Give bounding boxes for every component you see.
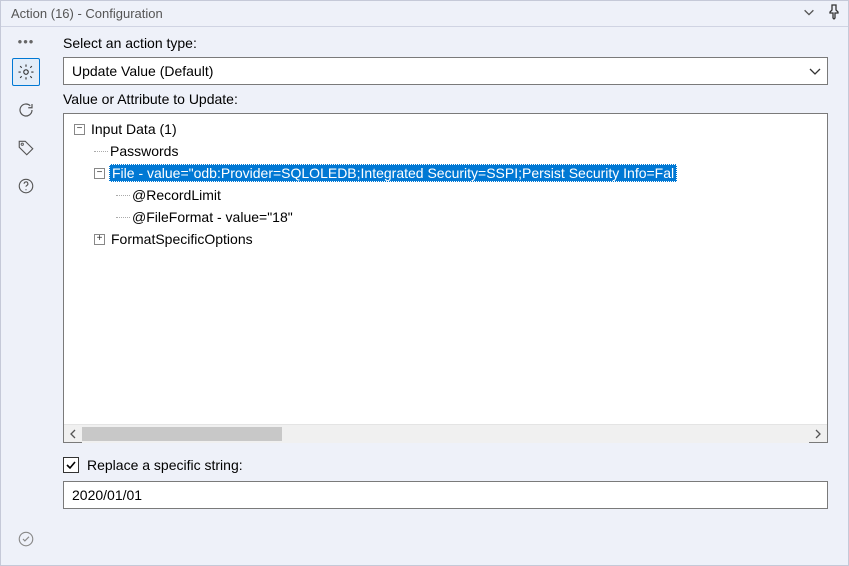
tree-body[interactable]: − Input Data (1) Passwords − File - valu… [64, 114, 827, 424]
horizontal-scrollbar[interactable] [64, 424, 827, 442]
action-type-select[interactable]: Update Value (Default) [63, 57, 828, 85]
tree-node-label: @FileFormat - value="18" [130, 208, 295, 226]
more-icon[interactable]: ••• [18, 35, 35, 48]
check-icon [65, 459, 77, 471]
chevron-down-icon [807, 63, 823, 79]
action-type-value: Update Value (Default) [72, 63, 213, 79]
sidebar-config-button[interactable] [12, 58, 40, 86]
tree-node-recordlimit[interactable]: @RecordLimit [68, 184, 827, 206]
tree-node-label: FormatSpecificOptions [109, 230, 255, 248]
action-type-label: Select an action type: [63, 35, 828, 51]
sidebar-refresh-button[interactable] [12, 96, 40, 124]
scrollbar-thumb[interactable] [82, 427, 282, 441]
collapse-icon[interactable]: − [74, 124, 85, 135]
sidebar: ••• [1, 27, 51, 565]
pin-icon[interactable] [826, 4, 842, 23]
main-panel: Select an action type: Update Value (Def… [51, 27, 848, 565]
titlebar: Action (16) - Configuration [1, 1, 848, 27]
tree-label: Value or Attribute to Update: [63, 91, 828, 107]
tree-node-passwords[interactable]: Passwords [68, 140, 827, 162]
sidebar-check-button[interactable] [12, 525, 40, 553]
tree-node-label: @RecordLimit [130, 186, 223, 204]
tree-node-label: Input Data (1) [89, 120, 179, 138]
replace-checkbox-row: Replace a specific string: [63, 457, 828, 473]
expand-icon[interactable]: + [94, 234, 105, 245]
titlebar-controls [802, 4, 842, 23]
sidebar-tag-button[interactable] [12, 134, 40, 162]
tree-node-file[interactable]: − File - value="odb:Provider=SQLOLEDB;In… [68, 162, 827, 184]
tree-node-format[interactable]: + FormatSpecificOptions [68, 228, 827, 250]
tree-node-label: File - value="odb:Provider=SQLOLEDB;Inte… [109, 164, 677, 182]
replace-label: Replace a specific string: [87, 457, 243, 473]
window-title: Action (16) - Configuration [11, 6, 163, 21]
content: ••• Select an action type: Update Value … [1, 27, 848, 565]
tree-node-root[interactable]: − Input Data (1) [68, 118, 827, 140]
scroll-right-icon[interactable] [809, 425, 827, 443]
replace-input[interactable]: 2020/01/01 [63, 481, 828, 509]
replace-value: 2020/01/01 [72, 487, 142, 503]
tree-node-label: Passwords [108, 142, 180, 160]
tree-node-fileformat[interactable]: @FileFormat - value="18" [68, 206, 827, 228]
tree-panel: − Input Data (1) Passwords − File - valu… [63, 113, 828, 443]
scrollbar-track[interactable] [82, 425, 809, 443]
sidebar-help-button[interactable] [12, 172, 40, 200]
scroll-left-icon[interactable] [64, 425, 82, 443]
collapse-icon[interactable]: − [94, 168, 105, 179]
dropdown-icon[interactable] [802, 5, 816, 22]
replace-checkbox[interactable] [63, 457, 79, 473]
